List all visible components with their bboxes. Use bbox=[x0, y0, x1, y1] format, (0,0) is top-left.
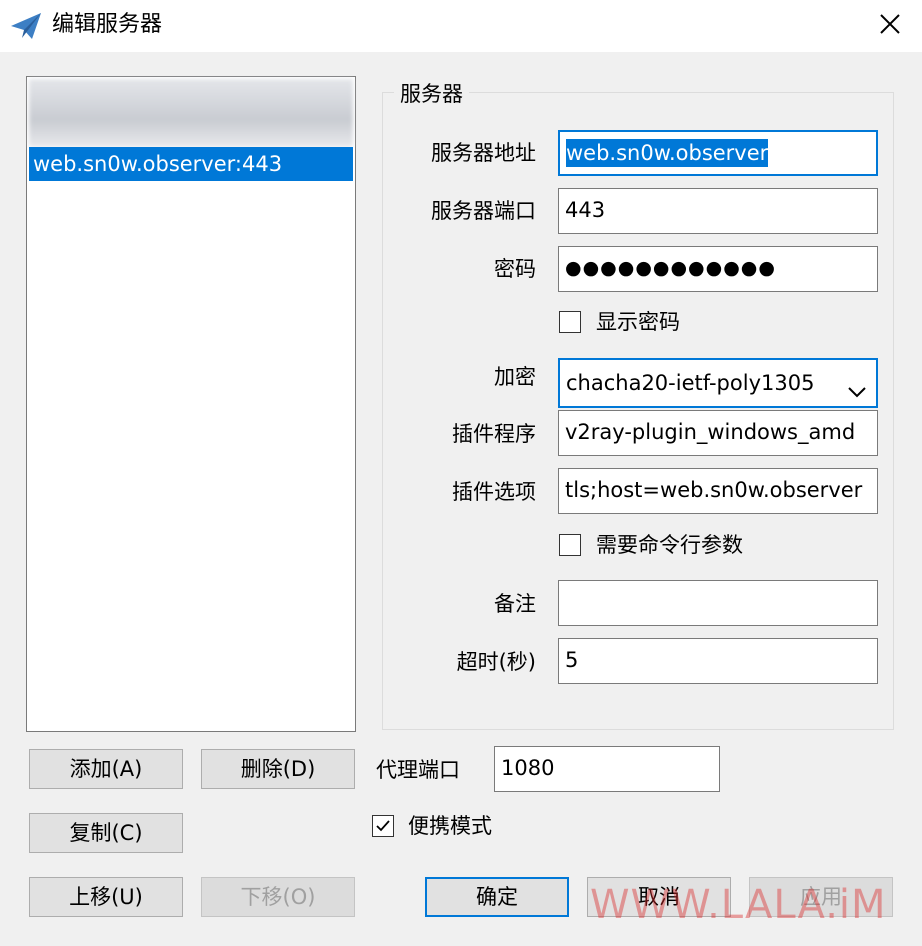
paper-plane-icon bbox=[10, 11, 42, 41]
plugin-options-input[interactable]: tls;host=web.sn0w.observer bbox=[558, 468, 878, 514]
server-address-value: web.sn0w.observer bbox=[566, 139, 769, 167]
password-input[interactable]: ●●●●●●●●●●●● bbox=[558, 246, 878, 292]
close-button[interactable] bbox=[858, 0, 922, 52]
delete-button[interactable]: 删除(D) bbox=[201, 749, 355, 789]
portable-mode-label: 便携模式 bbox=[408, 814, 492, 838]
cancel-button[interactable]: 取消 bbox=[587, 877, 731, 917]
chevron-down-icon bbox=[846, 373, 868, 398]
window-title: 编辑服务器 bbox=[52, 12, 163, 37]
blurred-list-item bbox=[29, 79, 353, 147]
remarks-input[interactable] bbox=[558, 580, 878, 626]
timeout-label: 超时(秒) bbox=[456, 650, 536, 674]
server-port-label: 服务器端口 bbox=[431, 199, 536, 223]
plugin-label: 插件程序 bbox=[452, 422, 536, 446]
proxy-port-input[interactable]: 1080 bbox=[494, 746, 720, 792]
server-port-input[interactable]: 443 bbox=[558, 188, 878, 234]
move-up-button[interactable]: 上移(U) bbox=[29, 877, 183, 917]
plugin-options-label: 插件选项 bbox=[452, 480, 536, 504]
close-icon bbox=[878, 12, 902, 40]
move-down-button[interactable]: 下移(O) bbox=[201, 877, 355, 917]
server-address-label: 服务器地址 bbox=[431, 141, 536, 165]
portable-mode-checkbox[interactable] bbox=[372, 815, 394, 837]
encryption-value: chacha20-ietf-poly1305 bbox=[566, 371, 815, 395]
server-address-input[interactable]: web.sn0w.observer bbox=[558, 130, 878, 176]
need-cmdline-checkbox[interactable] bbox=[559, 534, 581, 556]
proxy-port-label: 代理端口 bbox=[376, 758, 460, 782]
server-group-title: 服务器 bbox=[394, 80, 469, 108]
add-button[interactable]: 添加(A) bbox=[29, 749, 183, 789]
encryption-select[interactable]: chacha20-ietf-poly1305 bbox=[558, 358, 878, 408]
password-label: 密码 bbox=[494, 257, 536, 281]
title-bar: 编辑服务器 bbox=[0, 0, 922, 52]
need-cmdline-label: 需要命令行参数 bbox=[596, 533, 743, 557]
server-list[interactable]: web.sn0w.observer:443 bbox=[26, 76, 356, 732]
show-password-label: 显示密码 bbox=[596, 310, 680, 334]
encryption-label: 加密 bbox=[494, 365, 536, 389]
show-password-checkbox[interactable] bbox=[559, 311, 581, 333]
plugin-input[interactable]: v2ray-plugin_windows_amd bbox=[558, 410, 878, 456]
timeout-input[interactable]: 5 bbox=[558, 638, 878, 684]
copy-button[interactable]: 复制(C) bbox=[29, 813, 183, 853]
apply-button[interactable]: 应用 bbox=[749, 877, 893, 917]
ok-button[interactable]: 确定 bbox=[425, 877, 569, 917]
list-item[interactable]: web.sn0w.observer:443 bbox=[29, 147, 353, 181]
remarks-label: 备注 bbox=[494, 592, 536, 616]
